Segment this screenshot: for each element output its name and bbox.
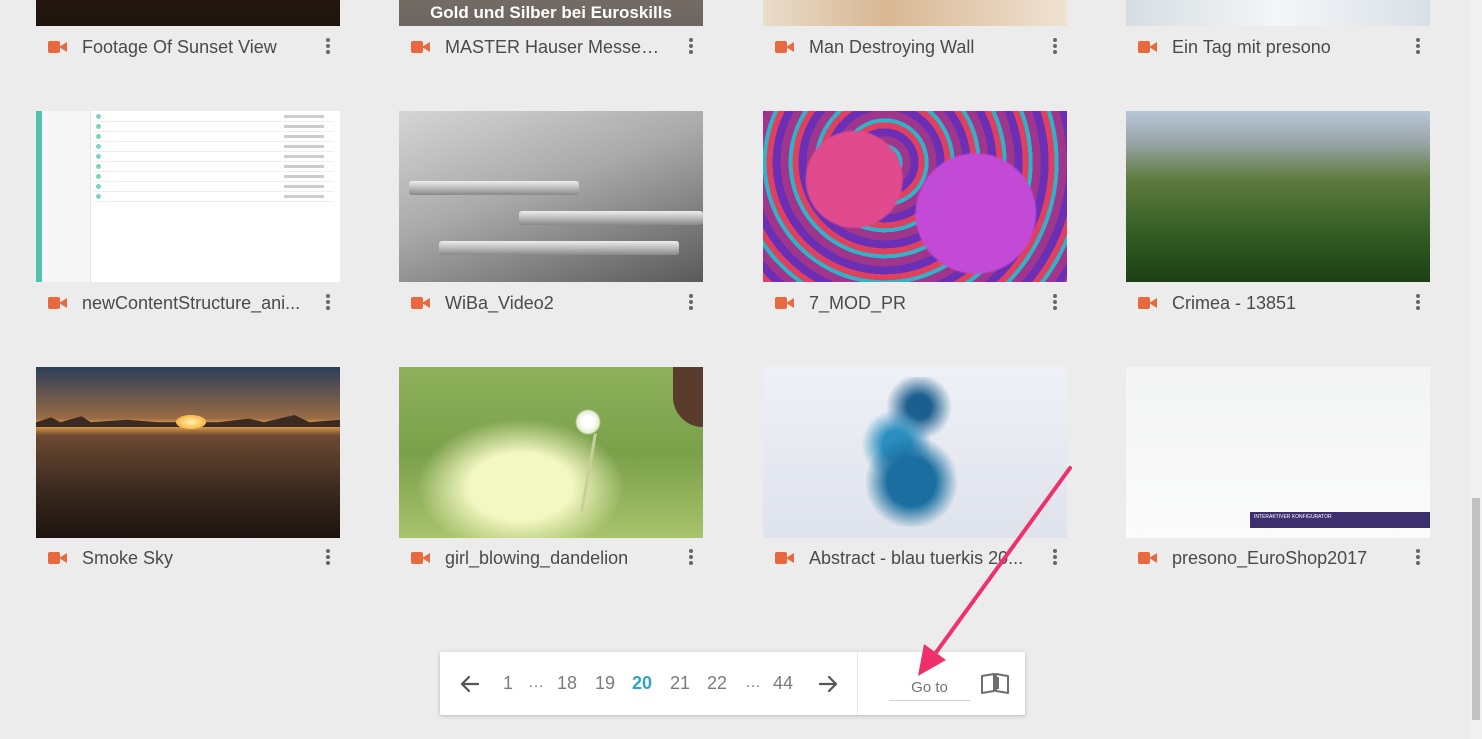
video-title[interactable]: WiBa_Video2	[445, 293, 667, 314]
thumbnail-banner: INTERAKTIVER KONFIGURATOR	[1250, 512, 1430, 528]
thumbnail-row	[94, 163, 334, 172]
thumbnail-detail	[519, 211, 703, 225]
video-camera-icon	[411, 40, 431, 54]
thumbnail-detail	[409, 181, 579, 195]
video-card[interactable]: WiBa_Video2	[399, 111, 703, 331]
video-camera-icon	[48, 296, 68, 310]
thumbnail-face	[673, 367, 703, 427]
thumbnail-row	[94, 123, 334, 132]
video-card[interactable]: Man Destroying Wall	[763, 0, 1067, 75]
thumbnail-sidebar	[42, 111, 91, 282]
thumbnail-row	[94, 173, 334, 182]
more-vertical-icon[interactable]	[687, 38, 695, 56]
more-vertical-icon[interactable]	[1051, 294, 1059, 312]
video-thumbnail[interactable]	[763, 111, 1067, 282]
video-card[interactable]: Abstract - blau tuerkis 20...	[763, 367, 1067, 587]
thumbnail-row	[94, 153, 334, 162]
page-ellipsis: …	[745, 674, 761, 691]
thumbnail-row	[94, 193, 334, 202]
more-vertical-icon[interactable]	[1051, 38, 1059, 56]
video-thumbnail[interactable]: Gold und Silber bei Euroskills	[399, 0, 703, 26]
video-camera-icon	[775, 40, 795, 54]
page-link[interactable]: 21	[670, 673, 690, 694]
video-title[interactable]: Man Destroying Wall	[809, 37, 1031, 58]
video-thumbnail[interactable]: INTERAKTIVER KONFIGURATOR	[1126, 367, 1430, 538]
video-title[interactable]: newContentStructure_ani...	[82, 293, 304, 314]
page-link-current[interactable]: 20	[632, 673, 652, 694]
video-camera-icon	[48, 551, 68, 565]
more-vertical-icon[interactable]	[324, 549, 332, 567]
more-vertical-icon[interactable]	[1414, 294, 1422, 312]
thumbnail-sun	[176, 415, 206, 429]
thumbnail-detail	[439, 241, 679, 255]
thumbnail-dandelion	[575, 409, 601, 435]
video-thumbnail[interactable]	[36, 111, 340, 282]
page-link[interactable]: 44	[773, 673, 793, 694]
video-title[interactable]: Footage Of Sunset View	[82, 37, 304, 58]
more-vertical-icon[interactable]	[1414, 38, 1422, 56]
video-thumbnail[interactable]	[399, 111, 703, 282]
page-link[interactable]: 19	[595, 673, 615, 694]
video-camera-icon	[1138, 40, 1158, 54]
video-title[interactable]: MASTER Hauser Messevid...	[445, 37, 667, 58]
open-book-icon[interactable]	[980, 672, 1010, 696]
more-vertical-icon[interactable]	[687, 549, 695, 567]
pagination-bar: 1 … 18 19 20 21 22 … 44	[440, 652, 1025, 715]
video-card[interactable]: 7_MOD_PR	[763, 111, 1067, 331]
video-camera-icon	[411, 551, 431, 565]
page-link[interactable]: 18	[557, 673, 577, 694]
thumbnail-row	[94, 183, 334, 192]
pager-divider	[857, 652, 858, 715]
thumbnail-caption: Gold und Silber bei Euroskills	[430, 3, 672, 22]
page-link[interactable]: 22	[707, 673, 727, 694]
more-vertical-icon[interactable]	[687, 294, 695, 312]
video-title[interactable]: Abstract - blau tuerkis 20...	[809, 548, 1031, 569]
more-vertical-icon[interactable]	[1414, 549, 1422, 567]
video-title[interactable]: Ein Tag mit presono	[1172, 37, 1394, 58]
video-thumbnail[interactable]	[763, 0, 1067, 26]
video-camera-icon	[1138, 296, 1158, 310]
video-title[interactable]: Crimea - 13851	[1172, 293, 1394, 314]
thumbnail-ink-cloud	[829, 377, 979, 527]
video-title[interactable]: presono_EuroShop2017	[1172, 548, 1394, 569]
video-card[interactable]: Smoke Sky	[36, 367, 340, 587]
goto-page-input[interactable]	[889, 674, 970, 701]
scrollbar-thumb[interactable]	[1472, 498, 1480, 720]
video-title[interactable]: girl_blowing_dandelion	[445, 548, 667, 569]
video-card[interactable]: Ein Tag mit presono	[1126, 0, 1430, 75]
video-thumbnail[interactable]	[763, 367, 1067, 538]
page-ellipsis: …	[528, 674, 544, 691]
video-thumbnail[interactable]	[36, 0, 340, 26]
video-thumbnail[interactable]	[1126, 0, 1430, 26]
video-card[interactable]: girl_blowing_dandelion	[399, 367, 703, 587]
thumbnail-row	[94, 113, 334, 122]
video-card[interactable]: INTERAKTIVER KONFIGURATOR presono_EuroSh…	[1126, 367, 1430, 587]
video-card[interactable]: Gold und Silber bei Euroskills MASTER Ha…	[399, 0, 703, 75]
thumbnail-row	[94, 143, 334, 152]
video-title[interactable]: 7_MOD_PR	[809, 293, 1031, 314]
more-vertical-icon[interactable]	[1051, 549, 1059, 567]
arrow-right-icon[interactable]	[816, 672, 840, 696]
thumbnail-stem	[580, 433, 597, 513]
video-camera-icon	[775, 296, 795, 310]
video-card[interactable]: newContentStructure_ani...	[36, 111, 340, 331]
more-vertical-icon[interactable]	[324, 294, 332, 312]
video-camera-icon	[1138, 551, 1158, 565]
page-link[interactable]: 1	[503, 673, 513, 694]
video-camera-icon	[775, 551, 795, 565]
more-vertical-icon[interactable]	[324, 38, 332, 56]
video-grid: Footage Of Sunset View Gold und Silber b…	[0, 0, 1470, 739]
video-camera-icon	[411, 296, 431, 310]
video-thumbnail[interactable]	[36, 367, 340, 538]
video-title[interactable]: Smoke Sky	[82, 548, 304, 569]
video-card[interactable]: Crimea - 13851	[1126, 111, 1430, 331]
video-thumbnail[interactable]	[1126, 111, 1430, 282]
thumbnail-row	[94, 133, 334, 142]
page-scrollbar[interactable]	[1470, 0, 1482, 739]
arrow-left-icon[interactable]	[458, 672, 482, 696]
video-card[interactable]: Footage Of Sunset View	[36, 0, 340, 75]
video-thumbnail[interactable]	[399, 367, 703, 538]
video-camera-icon	[48, 40, 68, 54]
